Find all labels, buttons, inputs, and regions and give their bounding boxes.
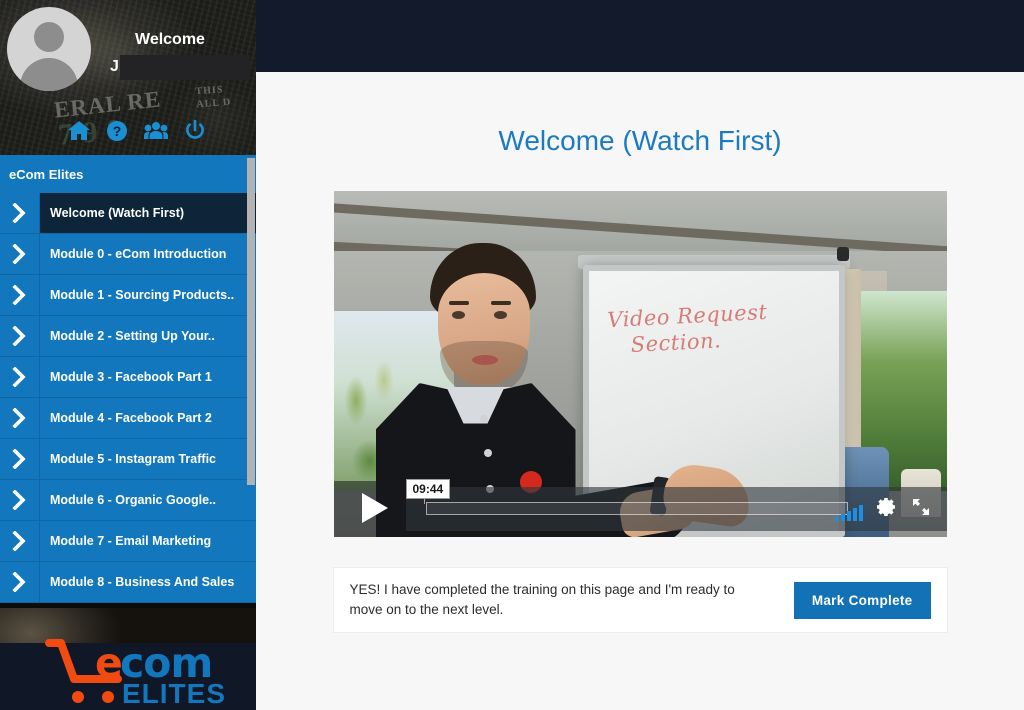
chevron-right-icon <box>0 398 40 438</box>
play-icon[interactable] <box>361 493 388 523</box>
video-progress-bar[interactable] <box>425 502 848 515</box>
presenter-eye-left <box>451 311 465 319</box>
chevron-right-icon <box>0 193 40 233</box>
sidebar-footer: e com ELITES <box>0 608 256 710</box>
redaction-block <box>120 55 250 80</box>
header-icon-row: ? <box>68 120 205 141</box>
sidebar-item-label: Welcome (Watch First) <box>40 193 256 233</box>
sidebar-scrollbar[interactable] <box>247 158 255 485</box>
whiteboard-knob <box>836 247 849 261</box>
chevron-right-icon <box>0 234 40 274</box>
chevron-right-icon <box>0 480 40 520</box>
sidebar-item-module-5[interactable]: Module 5 - Instagram Traffic <box>0 439 256 480</box>
mark-complete-button[interactable]: Mark Complete <box>793 581 931 619</box>
chevron-right-icon <box>0 439 40 479</box>
presenter-brow-left <box>448 301 469 305</box>
page-title: Welcome (Watch First) <box>498 125 782 156</box>
sidebar-item-label: Module 0 - eCom Introduction <box>50 247 227 261</box>
logo-text-e: e <box>95 639 123 687</box>
sidebar-user-hero: ERAL RE THIS ALL D 7 9 8 Welcome J ? <box>0 0 256 155</box>
presenter-button-1 <box>479 415 488 423</box>
sidebar-item-label: Module 1 - Sourcing Products.. <box>50 288 235 302</box>
sidebar-item-module-3[interactable]: Module 3 - Facebook Part 1 <box>0 357 256 398</box>
sidebar-item-module-8[interactable]: Module 8 - Business And Sales <box>0 562 256 603</box>
user-name: J <box>110 58 119 75</box>
gear-icon[interactable] <box>875 496 897 523</box>
avatar[interactable] <box>7 7 91 91</box>
video-time-tooltip: 09:44 <box>405 479 451 499</box>
avatar-head <box>34 22 64 52</box>
sidebar-item-label: Module 7 - Email Marketing <box>50 534 212 548</box>
sidebar-item-label: Module 6 - Organic Google.. <box>50 493 216 507</box>
users-group-icon[interactable] <box>144 121 168 140</box>
sidebar-item-module-4[interactable]: Module 4 - Facebook Part 2 <box>0 398 256 439</box>
avatar-body <box>20 58 78 91</box>
top-bar <box>256 0 1024 72</box>
mark-complete-bar: YES! I have completed the training on th… <box>333 568 947 632</box>
presenter-beard <box>439 341 528 391</box>
help-circle-icon[interactable]: ? <box>107 120 127 141</box>
sidebar-item-label: Module 4 - Facebook Part 2 <box>50 411 212 425</box>
app-root: ERAL RE THIS ALL D 7 9 8 Welcome J ? eCo… <box>0 0 1024 710</box>
chevron-right-icon <box>0 357 40 397</box>
whiteboard-writing: Video Request Section. <box>606 299 769 359</box>
presenter-brow-right <box>490 301 511 305</box>
sidebar-item-label: Module 8 - Business And Sales <box>50 575 235 589</box>
fullscreen-icon[interactable] <box>911 497 931 522</box>
presenter-mouth <box>471 355 498 365</box>
sidebar-item-module-1[interactable]: Module 1 - Sourcing Products.. <box>0 275 256 316</box>
sidebar: ERAL RE THIS ALL D 7 9 8 Welcome J ? eCo… <box>0 0 256 710</box>
sidebar-item-welcome[interactable]: Welcome (Watch First) <box>0 193 256 234</box>
sidebar-item-module-0[interactable]: Module 0 - eCom Introduction <box>0 234 256 275</box>
video-player[interactable]: Video Request Section. 09:44 <box>333 191 947 537</box>
power-icon[interactable] <box>185 120 205 141</box>
sidebar-item-module-2[interactable]: Module 2 - Setting Up Your.. <box>0 316 256 357</box>
sidebar-item-label: Module 5 - Instagram Traffic <box>50 452 217 466</box>
chevron-right-icon <box>0 316 40 356</box>
chevron-right-icon <box>0 521 40 561</box>
completion-text: YES! I have completed the training on th… <box>349 582 735 617</box>
chevron-right-icon <box>0 275 40 315</box>
logo-text-elites: ELITES <box>122 678 227 709</box>
sidebar-item-module-7[interactable]: Module 7 - Email Marketing <box>0 521 256 562</box>
sidebar-nav-list: Welcome (Watch First) Module 0 - eCom In… <box>0 193 256 603</box>
sidebar-item-label: Module 3 - Facebook Part 1 <box>50 370 212 384</box>
presenter-eye-right <box>493 311 507 319</box>
svg-text:?: ? <box>113 123 122 139</box>
sidebar-title: eCom Elites <box>0 155 256 193</box>
video-controls: 09:44 <box>333 479 947 537</box>
sidebar-item-module-6[interactable]: Module 6 - Organic Google.. <box>0 480 256 521</box>
main-content: Welcome (Watch First) Video Request Sect… <box>256 72 1024 710</box>
presenter-button-2 <box>483 449 492 457</box>
volume-bars-icon[interactable] <box>834 505 863 521</box>
sidebar-item-label: Module 2 - Setting Up Your.. <box>50 329 215 343</box>
home-icon[interactable] <box>68 121 90 140</box>
welcome-label: Welcome <box>135 31 205 48</box>
chevron-right-icon <box>0 562 40 602</box>
